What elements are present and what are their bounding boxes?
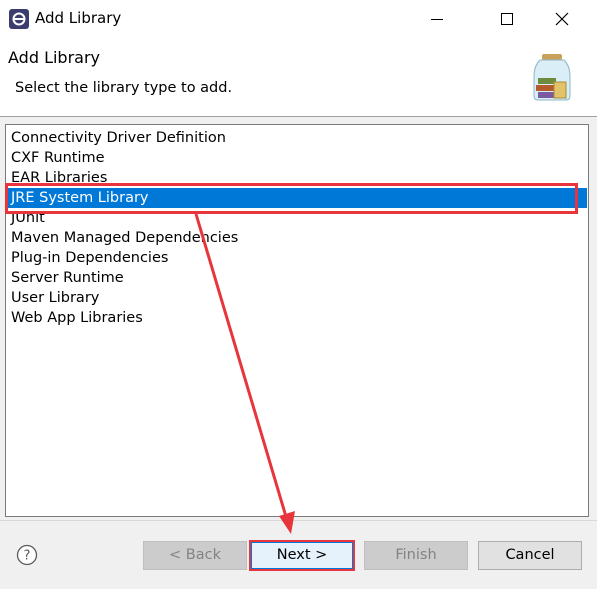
list-item[interactable]: CXF Runtime bbox=[7, 148, 587, 168]
button-bar-divider bbox=[0, 520, 597, 521]
page-description: Select the library type to add. bbox=[15, 80, 233, 96]
page-title: Add Library bbox=[8, 48, 101, 67]
header-divider bbox=[0, 116, 597, 117]
close-icon bbox=[555, 12, 569, 26]
finish-button[interactable]: Finish bbox=[364, 541, 468, 570]
list-item[interactable]: Maven Managed Dependencies bbox=[7, 228, 587, 248]
list-item[interactable]: Connectivity Driver Definition bbox=[7, 128, 587, 148]
library-jar-icon bbox=[533, 54, 571, 101]
window-title: Add Library bbox=[35, 9, 122, 27]
maximize-button[interactable] bbox=[484, 0, 530, 38]
close-button[interactable] bbox=[546, 0, 592, 38]
minimize-icon bbox=[431, 19, 443, 20]
minimize-button[interactable] bbox=[414, 0, 460, 38]
title-bar: Add Library bbox=[0, 0, 597, 38]
eclipse-icon bbox=[9, 9, 29, 29]
list-item[interactable]: Web App Libraries bbox=[7, 308, 587, 328]
back-button[interactable]: < Back bbox=[143, 541, 247, 570]
cancel-button[interactable]: Cancel bbox=[478, 541, 582, 570]
list-item[interactable]: Server Runtime bbox=[7, 268, 587, 288]
list-item[interactable]: Plug-in Dependencies bbox=[7, 248, 587, 268]
svg-text:?: ? bbox=[24, 549, 31, 564]
help-icon[interactable]: ? bbox=[16, 544, 38, 566]
annotation-next-box bbox=[249, 540, 355, 571]
list-item[interactable]: User Library bbox=[7, 288, 587, 308]
wizard-header: Add Library Select the library type to a… bbox=[0, 38, 597, 116]
maximize-icon bbox=[501, 13, 513, 25]
annotation-highlight-box bbox=[5, 183, 578, 214]
